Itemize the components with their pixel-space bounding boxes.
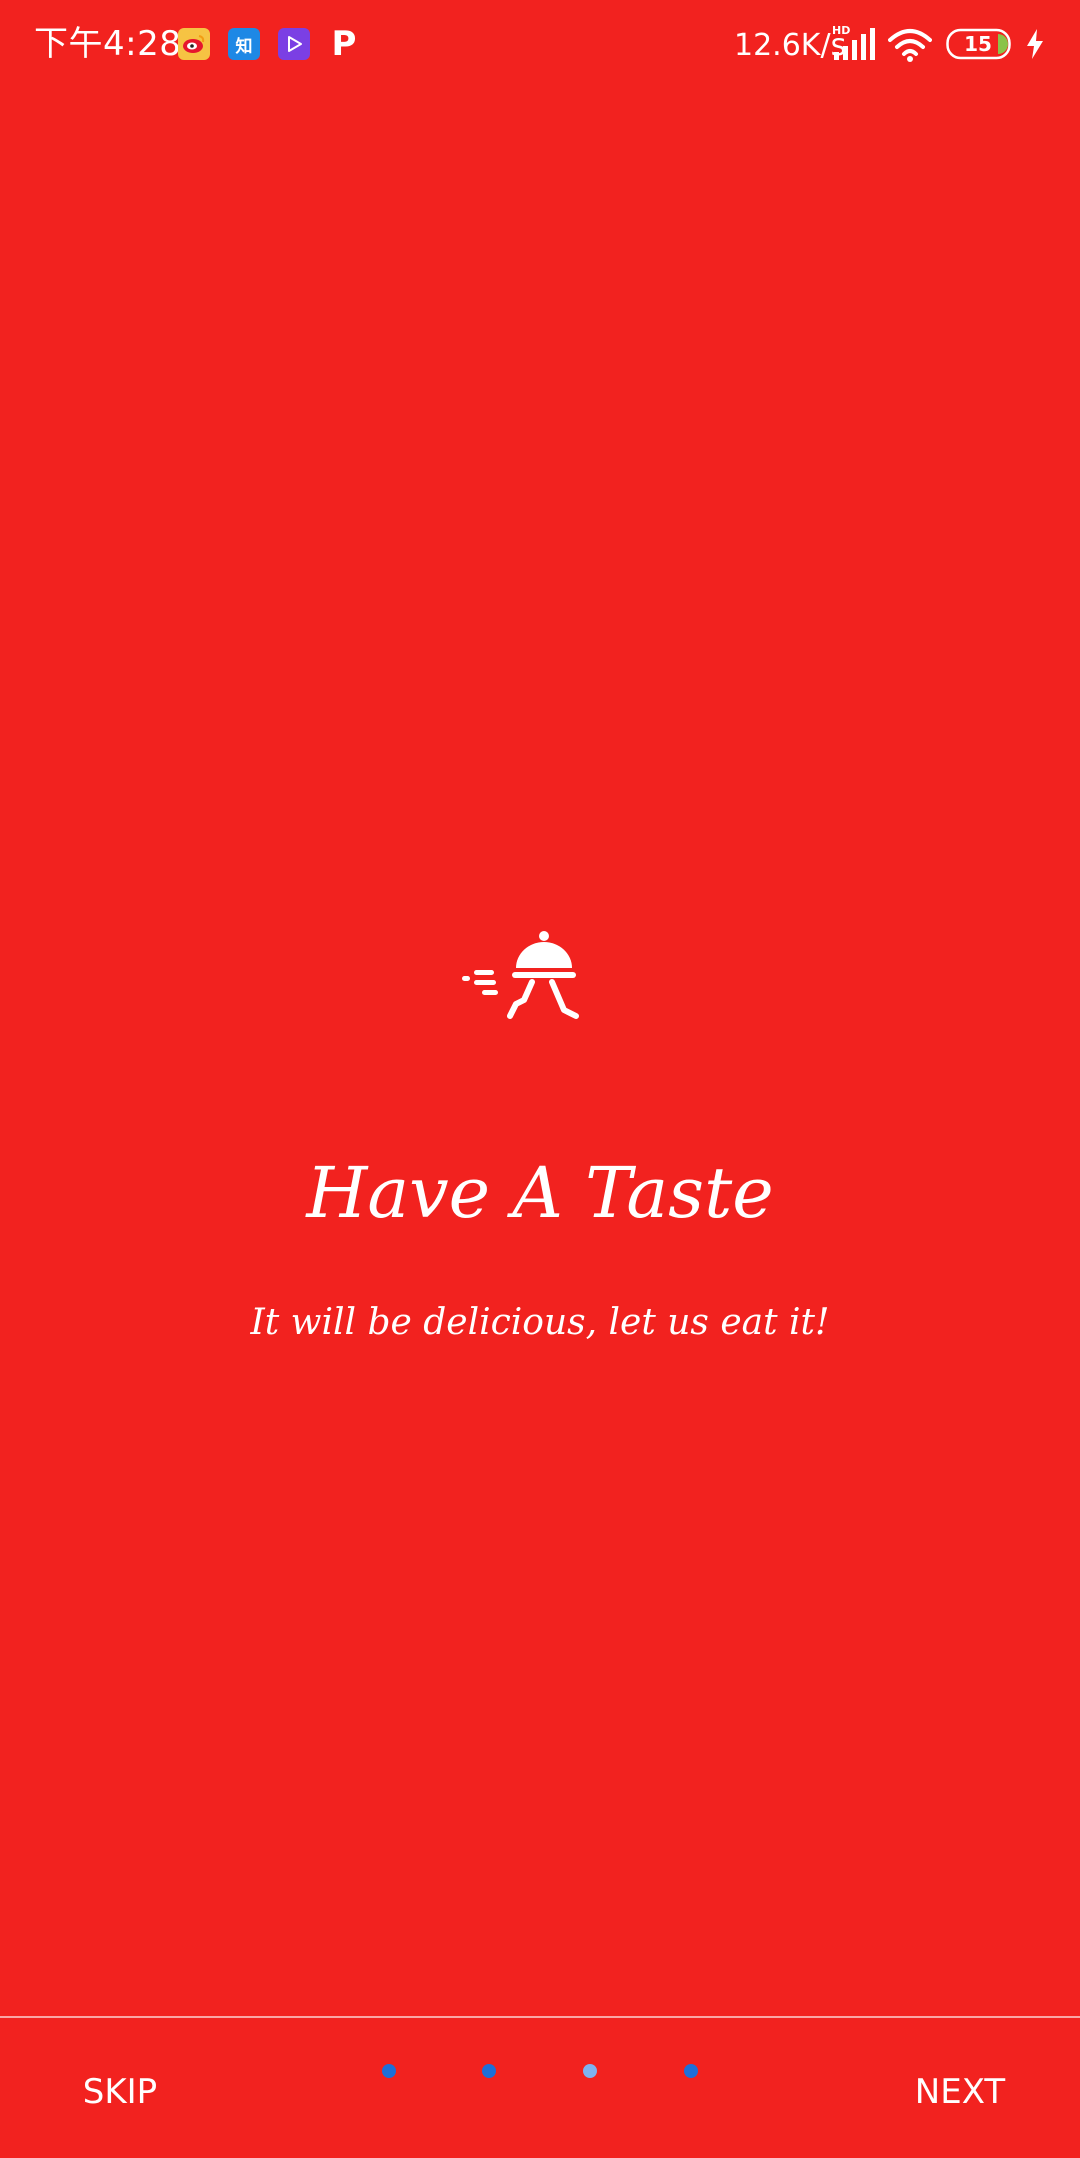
next-button[interactable]: NEXT	[900, 2064, 1020, 2120]
battery-icon: 15	[946, 28, 1014, 60]
page-indicator-dot[interactable]	[382, 2064, 396, 2078]
weibo-icon	[178, 28, 210, 60]
video-app-icon	[278, 28, 310, 60]
zhihu-icon: 知	[228, 28, 260, 60]
page-indicator-dot[interactable]	[482, 2064, 496, 2078]
page-indicator-dot[interactable]	[684, 2064, 698, 2078]
signal-icon: HD	[832, 24, 875, 60]
status-bar: 下午4:28 知 P 12.6K/s HD 15	[0, 0, 1080, 90]
onboarding-screen: 下午4:28 知 P 12.6K/s HD 15 Have A Taste It…	[0, 0, 1080, 2158]
skip-button[interactable]: SKIP	[60, 2064, 180, 2120]
charging-icon	[1027, 29, 1043, 59]
bottom-divider	[0, 2016, 1080, 2018]
p-app-icon: P	[331, 24, 357, 64]
network-speed: 12.6K/s	[734, 28, 847, 63]
page-indicator-dot-active[interactable]	[583, 2064, 597, 2078]
page-subtitle: It will be delicious, let us eat it!	[250, 1302, 830, 1343]
status-time: 下午4:28	[34, 24, 182, 64]
food-delivery-icon	[462, 931, 579, 1019]
wifi-icon	[888, 29, 932, 62]
page-title: Have A Taste	[306, 1152, 774, 1234]
battery-level: 15	[964, 32, 992, 56]
svg-text:HD: HD	[832, 24, 850, 37]
